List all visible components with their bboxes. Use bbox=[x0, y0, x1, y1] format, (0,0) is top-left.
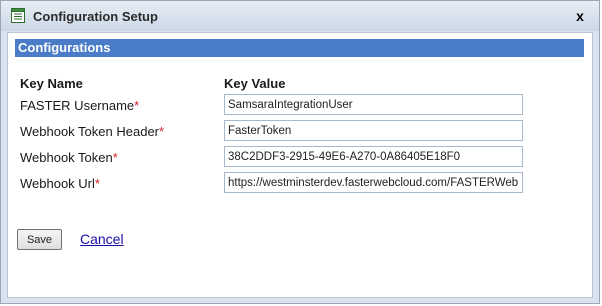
webhook-url-input[interactable] bbox=[224, 172, 523, 193]
webhook-token-header-input[interactable] bbox=[224, 120, 523, 141]
column-header-key-name: Key Name bbox=[20, 76, 83, 91]
label-text: Webhook Token bbox=[20, 150, 113, 165]
webhook-token-input[interactable] bbox=[224, 146, 523, 167]
required-marker: * bbox=[94, 176, 100, 191]
label-webhook-token: Webhook Token* bbox=[20, 150, 118, 165]
required-marker: * bbox=[159, 124, 165, 139]
label-text: Webhook Token Header bbox=[20, 124, 160, 139]
configuration-dialog: Configuration Setup x Configurations Key… bbox=[0, 0, 600, 304]
label-text: FASTER Username bbox=[20, 98, 135, 113]
section-header: Configurations bbox=[15, 39, 584, 57]
window-title: Configuration Setup bbox=[33, 9, 158, 24]
close-button[interactable]: x bbox=[571, 7, 589, 25]
label-faster-username: FASTER Username* bbox=[20, 98, 139, 113]
dialog-content: Configurations Key Name Key Value FASTER… bbox=[7, 32, 593, 298]
column-header-key-value: Key Value bbox=[224, 76, 286, 91]
save-button[interactable]: Save bbox=[17, 229, 62, 250]
title-bar[interactable]: Configuration Setup x bbox=[1, 1, 599, 31]
required-marker: * bbox=[112, 150, 118, 165]
faster-username-input[interactable] bbox=[224, 94, 523, 115]
label-text: Webhook Url bbox=[20, 176, 95, 191]
required-marker: * bbox=[134, 98, 140, 113]
list-document-icon bbox=[11, 8, 25, 23]
cancel-link[interactable]: Cancel bbox=[80, 231, 124, 247]
label-webhook-token-header: Webhook Token Header* bbox=[20, 124, 164, 139]
label-webhook-url: Webhook Url* bbox=[20, 176, 100, 191]
